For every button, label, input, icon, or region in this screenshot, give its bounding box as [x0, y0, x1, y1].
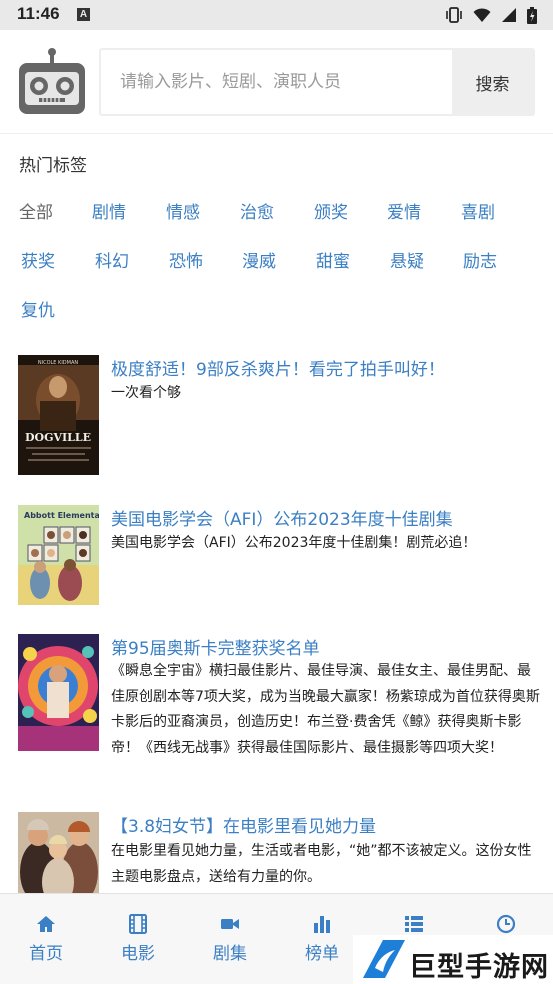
article-desc: 一次看个够	[111, 385, 181, 401]
hot-tags-title: 热门标签	[19, 156, 87, 176]
nav-series-label: 剧集	[213, 944, 247, 964]
header: 搜索	[0, 30, 553, 134]
robot-logo-icon[interactable]	[17, 48, 87, 116]
status-time: 11:46	[17, 4, 60, 23]
article-poster	[18, 812, 99, 894]
tag-marvel[interactable]: 漫威	[242, 247, 276, 272]
article-poster: NICOLE KIDMAN DOGVILLE	[18, 355, 99, 475]
status-icons	[445, 6, 537, 24]
home-icon	[37, 916, 55, 932]
tag-all[interactable]: 全部	[19, 198, 53, 223]
clock-icon	[496, 914, 516, 934]
article-desc: 美国电影学会（AFI）公布2023年度十佳剧集！剧荒必追！	[111, 535, 477, 551]
video-camera-icon	[221, 919, 239, 929]
watermark-text: 巨型手游网	[409, 952, 549, 983]
article-title[interactable]: 第95届奥斯卡完整获奖名单	[111, 634, 541, 659]
nav-series[interactable]: 剧集	[184, 894, 276, 984]
poster-title-text: Abbott Elementary	[24, 511, 99, 520]
tag-romance[interactable]: 爱情	[387, 198, 421, 223]
notification-badge: A	[77, 8, 90, 21]
article-desc: 在电影里看见她力量，生活或者电影，“她”都不该被定义。这份女性主题电影盘点，送给…	[111, 843, 532, 885]
article-poster: Abbott Elementary	[18, 505, 99, 605]
tag-horror[interactable]: 恐怖	[169, 247, 203, 272]
nav-home[interactable]: 首页	[0, 894, 92, 984]
battery-icon	[527, 6, 537, 24]
article-title[interactable]: 【3.8妇女节】在电影里看见她力量	[111, 812, 538, 837]
tag-revenge[interactable]: 复仇	[21, 296, 55, 321]
nav-movies-label: 电影	[121, 944, 155, 964]
article-item[interactable]: NICOLE KIDMAN DOGVILLE 极度舒适！9部反杀爽片！看完了拍手…	[18, 355, 538, 475]
tag-award-ceremony[interactable]: 颁奖	[314, 198, 348, 223]
tag-suspense[interactable]: 悬疑	[390, 247, 424, 272]
search-button[interactable]: 搜索	[452, 50, 533, 114]
article-title[interactable]: 美国电影学会（AFI）公布2023年度十佳剧集	[111, 505, 541, 530]
poster-title-text: DOGVILLE	[25, 431, 91, 444]
article-item[interactable]: Abbott Elementary 美国电影学会（AFI）公布2023年度十佳剧…	[18, 505, 538, 605]
watermark-logo-icon	[363, 940, 405, 978]
search-bar: 搜索	[99, 48, 535, 116]
watermark: 巨型手游网	[353, 935, 553, 984]
tag-inspirational[interactable]: 励志	[463, 247, 497, 272]
tag-healing[interactable]: 治愈	[240, 198, 274, 223]
article-item[interactable]: 第95届奥斯卡完整获奖名单 《瞬息全宇宙》横扫最佳影片、最佳导演、最佳女主、最佳…	[18, 634, 541, 786]
film-icon	[129, 914, 147, 934]
tag-comedy[interactable]: 喜剧	[461, 198, 495, 223]
list-icon	[405, 916, 423, 932]
wifi-icon	[473, 8, 491, 22]
status-bar: 11:46 A	[0, 0, 553, 30]
nav-movies[interactable]: 电影	[92, 894, 184, 984]
article-title[interactable]: 极度舒适！9部反杀爽片！看完了拍手叫好！	[111, 355, 541, 380]
article-desc: 《瞬息全宇宙》横扫最佳影片、最佳导演、最佳女主、最佳男配、最佳原创剧本等7项大奖…	[111, 663, 540, 756]
vibrate-icon	[446, 7, 462, 23]
tag-award-winning[interactable]: 获奖	[21, 247, 55, 272]
poster-top-text: NICOLE KIDMAN	[38, 360, 79, 366]
tag-scifi[interactable]: 科幻	[95, 247, 129, 272]
signal-icon	[502, 8, 516, 22]
nav-home-label: 首页	[29, 944, 63, 964]
tag-emotion[interactable]: 情感	[166, 198, 200, 223]
tag-sweet[interactable]: 甜蜜	[316, 247, 350, 272]
article-item[interactable]: 【3.8妇女节】在电影里看见她力量 在电影里看见她力量，生活或者电影，“她”都不…	[18, 812, 538, 894]
search-input[interactable]	[101, 50, 452, 114]
tag-drama[interactable]: 剧情	[92, 198, 126, 223]
article-poster	[18, 634, 99, 751]
bar-chart-icon	[314, 916, 330, 933]
